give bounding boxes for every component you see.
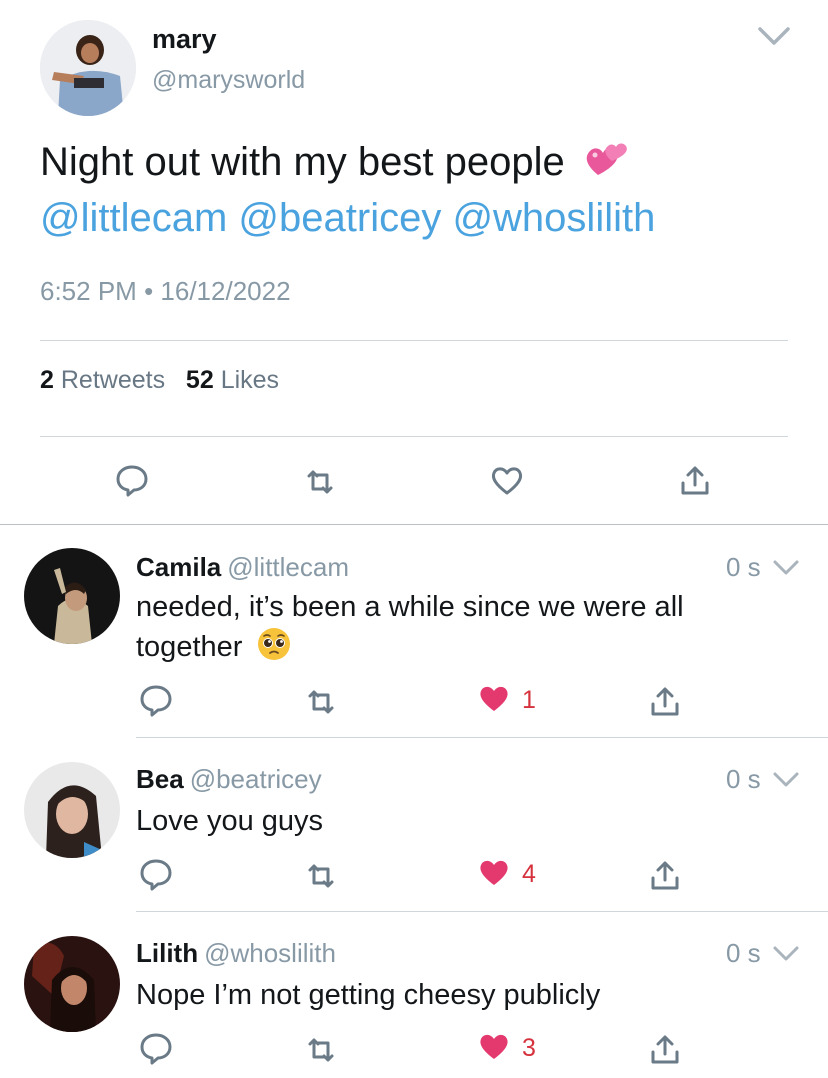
like-count: 4: [522, 859, 536, 888]
share-icon[interactable]: [647, 858, 683, 894]
reply-avatar[interactable]: [24, 762, 120, 858]
heart-icon[interactable]: [489, 462, 525, 498]
section-divider: [0, 524, 828, 525]
heart-filled-icon[interactable]: [476, 854, 512, 895]
reply-author[interactable]: Camila @littlecam: [136, 552, 349, 583]
tweet-body: Night out with my best people: [40, 140, 565, 184]
reply-author-handle[interactable]: @whoslilith: [204, 938, 336, 968]
share-icon[interactable]: [647, 684, 683, 720]
tweet-time: 6:52 PM: [40, 276, 137, 306]
chevron-down-icon[interactable]: [772, 558, 800, 578]
reply-icon[interactable]: [138, 682, 174, 718]
reply-icon[interactable]: [138, 1030, 174, 1066]
author-name[interactable]: mary: [152, 24, 217, 55]
reply-text-line: together: [136, 631, 243, 663]
share-icon[interactable]: [677, 463, 713, 499]
time-separator: •: [144, 276, 154, 306]
reply-avatar[interactable]: [24, 548, 120, 644]
chevron-down-icon[interactable]: [756, 24, 792, 48]
chevron-down-icon[interactable]: [772, 944, 800, 964]
tweet-text: Night out with my best people @littlecam…: [40, 136, 800, 244]
author-avatar[interactable]: [40, 20, 136, 116]
share-icon[interactable]: [647, 1032, 683, 1068]
retweet-icon[interactable]: [303, 858, 339, 894]
like-button[interactable]: 4: [476, 856, 536, 892]
reply-author-handle[interactable]: @littlecam: [227, 552, 349, 582]
tweet-stats: 2 Retweets 52 Likes: [40, 366, 279, 395]
heart-filled-icon[interactable]: [476, 680, 512, 721]
reply-divider: [136, 911, 828, 912]
like-button[interactable]: 3: [476, 1030, 536, 1066]
retweet-icon[interactable]: [303, 684, 339, 720]
reply-text-line: needed, it’s been a while since we were …: [136, 591, 684, 623]
divider: [40, 436, 788, 437]
tweet-date: 16/12/2022: [160, 276, 291, 306]
reply-author-name[interactable]: Lilith: [136, 938, 198, 968]
pleading-face-emoji-icon: [256, 626, 292, 672]
heart-filled-icon[interactable]: [476, 1028, 512, 1069]
tweet-timestamp: 6:52 PM • 16/12/2022: [40, 276, 291, 307]
reply-author-name[interactable]: Bea: [136, 764, 184, 794]
retweet-icon[interactable]: [303, 1032, 339, 1068]
reply-icon[interactable]: [114, 462, 150, 498]
two-hearts-emoji-icon: [584, 140, 630, 192]
reply-author-name[interactable]: Camila: [136, 552, 221, 582]
reply-timestamp: 0 s: [726, 938, 761, 968]
reply-text: Love you guys: [136, 805, 324, 837]
like-count: 3: [522, 1033, 536, 1062]
reply-text: Nope I’m not getting cheesy publicly: [136, 979, 601, 1011]
reply-avatar[interactable]: [24, 936, 120, 1032]
retweets-stat[interactable]: 2 Retweets: [40, 366, 165, 394]
reply-author[interactable]: Lilith @whoslilith: [136, 938, 336, 969]
chevron-down-icon[interactable]: [772, 770, 800, 790]
reply-author[interactable]: Bea @beatricey: [136, 764, 322, 795]
reply-timestamp: 0 s: [726, 552, 761, 582]
reply-text: needed, it’s been a while since we were …: [136, 588, 796, 672]
likes-stat[interactable]: 52 Likes: [186, 366, 279, 394]
divider: [40, 340, 788, 341]
reply-icon[interactable]: [138, 856, 174, 892]
reply-divider: [136, 737, 828, 738]
tweet-mentions[interactable]: @littlecam @beatricey @whoslilith: [40, 196, 655, 240]
reply-timestamp: 0 s: [726, 764, 761, 794]
reply-author-handle[interactable]: @beatricey: [190, 764, 322, 794]
author-handle[interactable]: @marysworld: [152, 66, 305, 95]
like-button[interactable]: 1: [476, 682, 536, 718]
like-count: 1: [522, 685, 536, 714]
retweet-icon[interactable]: [302, 464, 338, 500]
